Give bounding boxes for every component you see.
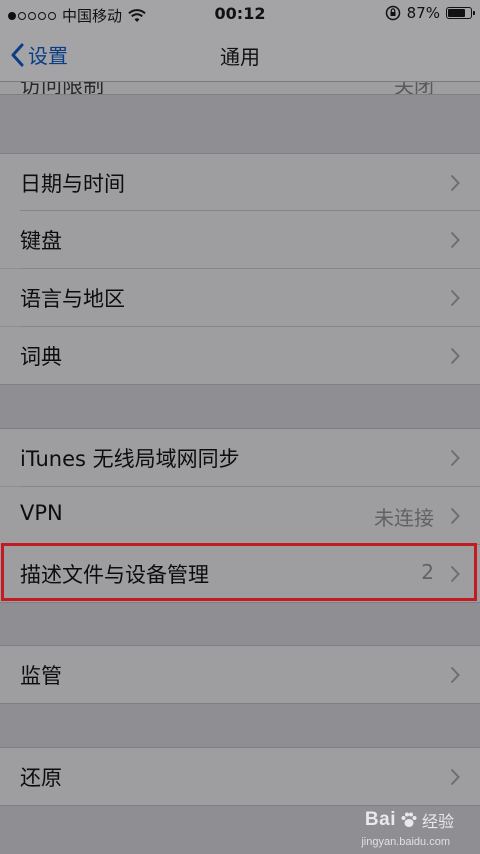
partial-row-label: 访问限制 xyxy=(20,82,104,94)
chevron-right-icon xyxy=(450,666,460,684)
chevron-right-icon xyxy=(450,768,460,786)
page-title: 通用 xyxy=(220,45,260,69)
baidu-watermark: Bai 经验 xyxy=(365,808,454,832)
row-label: VPN xyxy=(20,501,63,525)
watermark-suffix: 经验 xyxy=(421,812,454,831)
chevron-right-icon xyxy=(450,174,460,192)
chevron-right-icon xyxy=(450,231,460,249)
row-label: iTunes 无线局域网同步 xyxy=(20,447,240,471)
row-label: 还原 xyxy=(20,766,62,790)
row-keyboard[interactable]: 键盘 xyxy=(0,211,480,268)
row-date-time[interactable]: 日期与时间 xyxy=(0,154,480,211)
status-right: 87% xyxy=(385,4,475,22)
watermark-url: jingyan.baidu.com xyxy=(361,836,450,848)
orientation-lock-icon xyxy=(385,5,400,21)
chevron-right-icon xyxy=(450,507,460,525)
watermark-brand: Bai xyxy=(364,809,396,830)
highlight-box xyxy=(1,543,477,601)
row-label: 语言与地区 xyxy=(20,287,125,311)
partial-row-value: 关闭 xyxy=(394,82,434,94)
vpn-status: 未连接 xyxy=(374,506,434,530)
row-label: 词典 xyxy=(20,345,62,369)
row-vpn[interactable]: VPN 未连接 xyxy=(0,487,480,544)
battery-percent: 87% xyxy=(406,4,440,22)
chevron-right-icon xyxy=(450,347,460,365)
row-language-region[interactable]: 语言与地区 xyxy=(0,269,480,326)
chevron-right-icon xyxy=(450,449,460,467)
navigation-bar: 设置 通用 xyxy=(0,28,480,82)
chevron-right-icon xyxy=(450,289,460,307)
partial-row-restrictions[interactable]: 访问限制 关闭 xyxy=(0,82,480,94)
row-reset[interactable]: 还原 xyxy=(0,748,480,805)
row-supervision[interactable]: 监管 xyxy=(0,646,480,703)
row-itunes-wifi-sync[interactable]: iTunes 无线局域网同步 xyxy=(0,429,480,486)
row-label: 日期与时间 xyxy=(20,172,125,196)
paw-icon xyxy=(401,812,417,827)
status-bar: 中国移动 00:12 87% xyxy=(0,0,480,28)
row-label: 键盘 xyxy=(20,229,62,253)
row-dictionary[interactable]: 词典 xyxy=(0,327,480,384)
battery-icon xyxy=(446,7,475,19)
row-label: 监管 xyxy=(20,664,62,688)
